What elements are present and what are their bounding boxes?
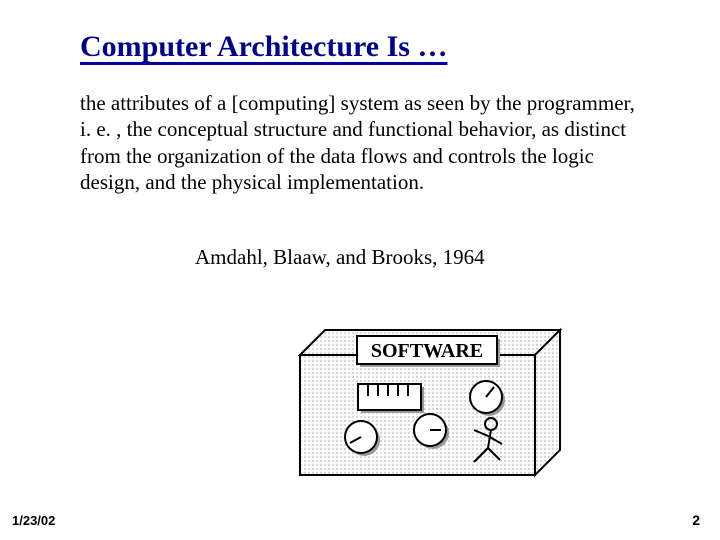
software-box-diagram: SOFTWARE (260, 320, 580, 495)
footer-date: 1/23/02 (12, 513, 55, 528)
attribution: Amdahl, Blaaw, and Brooks, 1964 (195, 245, 655, 270)
footer-page-number: 2 (692, 512, 700, 528)
slide: Computer Architecture Is … the attribute… (0, 0, 720, 540)
software-label: SOFTWARE (371, 340, 483, 362)
body-text: the attributes of a [computing] system a… (80, 90, 640, 195)
slide-title: Computer Architecture Is … (80, 30, 447, 64)
diagram-svg: SOFTWARE (260, 320, 580, 490)
